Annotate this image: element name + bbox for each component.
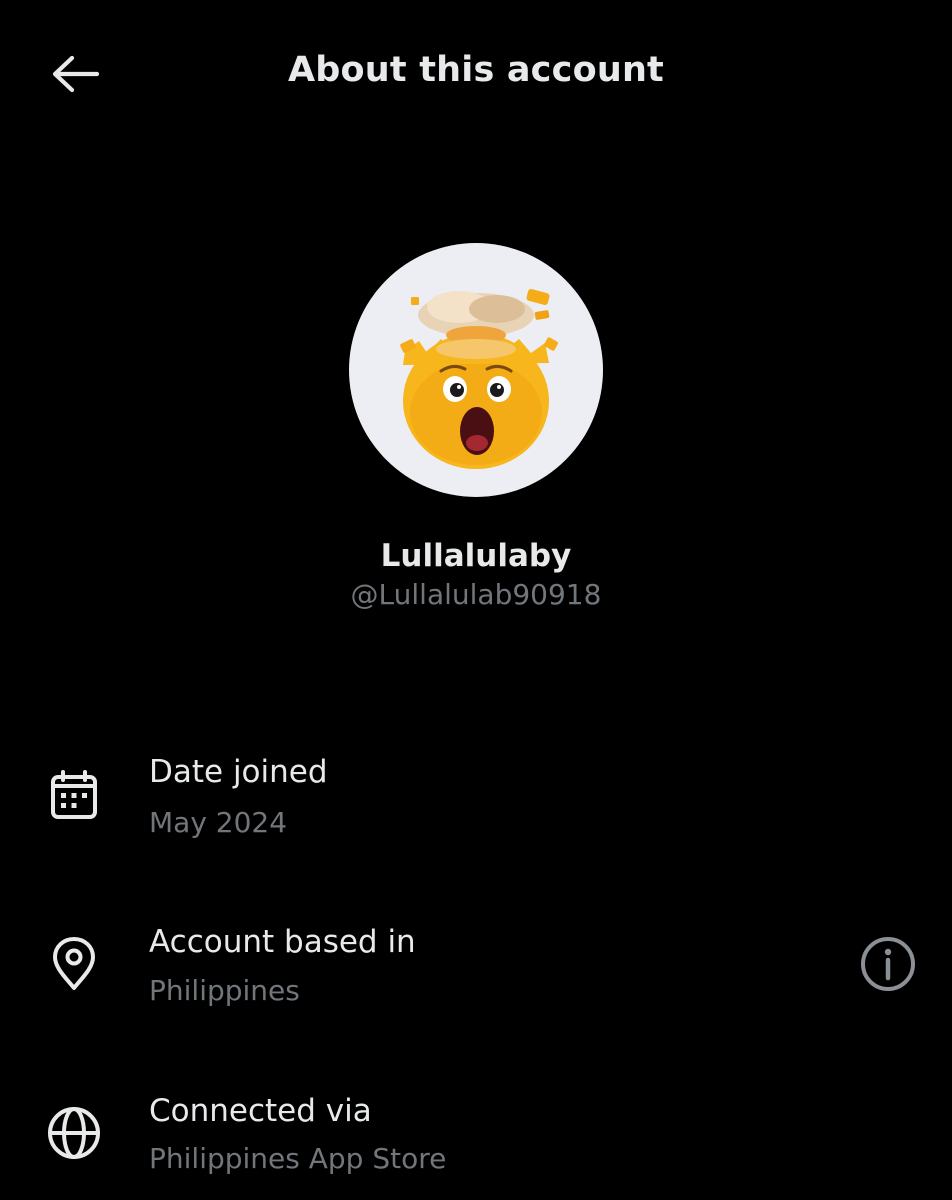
exploding-head-emoji bbox=[400, 289, 558, 469]
connected-via-label: Connected via bbox=[149, 1093, 372, 1129]
info-circle-icon bbox=[861, 937, 915, 991]
account-based-in-value: Philippines bbox=[149, 974, 300, 1007]
calendar-icon bbox=[44, 765, 104, 825]
account-based-in-row: Account based in Philippines bbox=[0, 920, 952, 1030]
header: About this account bbox=[0, 0, 952, 150]
location-pin-icon bbox=[44, 934, 104, 994]
date-joined-value: May 2024 bbox=[149, 806, 288, 839]
account-based-in-label: Account based in bbox=[149, 924, 416, 960]
info-button[interactable] bbox=[856, 932, 920, 996]
globe-icon bbox=[44, 1103, 104, 1163]
about-account-screen: About this account Lullalulaby @Lullalul… bbox=[0, 0, 952, 1200]
display-name: Lullalulaby bbox=[380, 538, 572, 574]
date-joined-label: Date joined bbox=[149, 754, 328, 790]
connected-via-row: Connected via Philippines App Store bbox=[0, 1090, 952, 1200]
page-title: About this account bbox=[287, 50, 664, 90]
date-joined-row: Date joined May 2024 bbox=[0, 750, 952, 860]
username-handle: @Lullalulab90918 bbox=[350, 578, 602, 611]
connected-via-value: Philippines App Store bbox=[149, 1142, 447, 1175]
avatar[interactable] bbox=[349, 243, 603, 497]
